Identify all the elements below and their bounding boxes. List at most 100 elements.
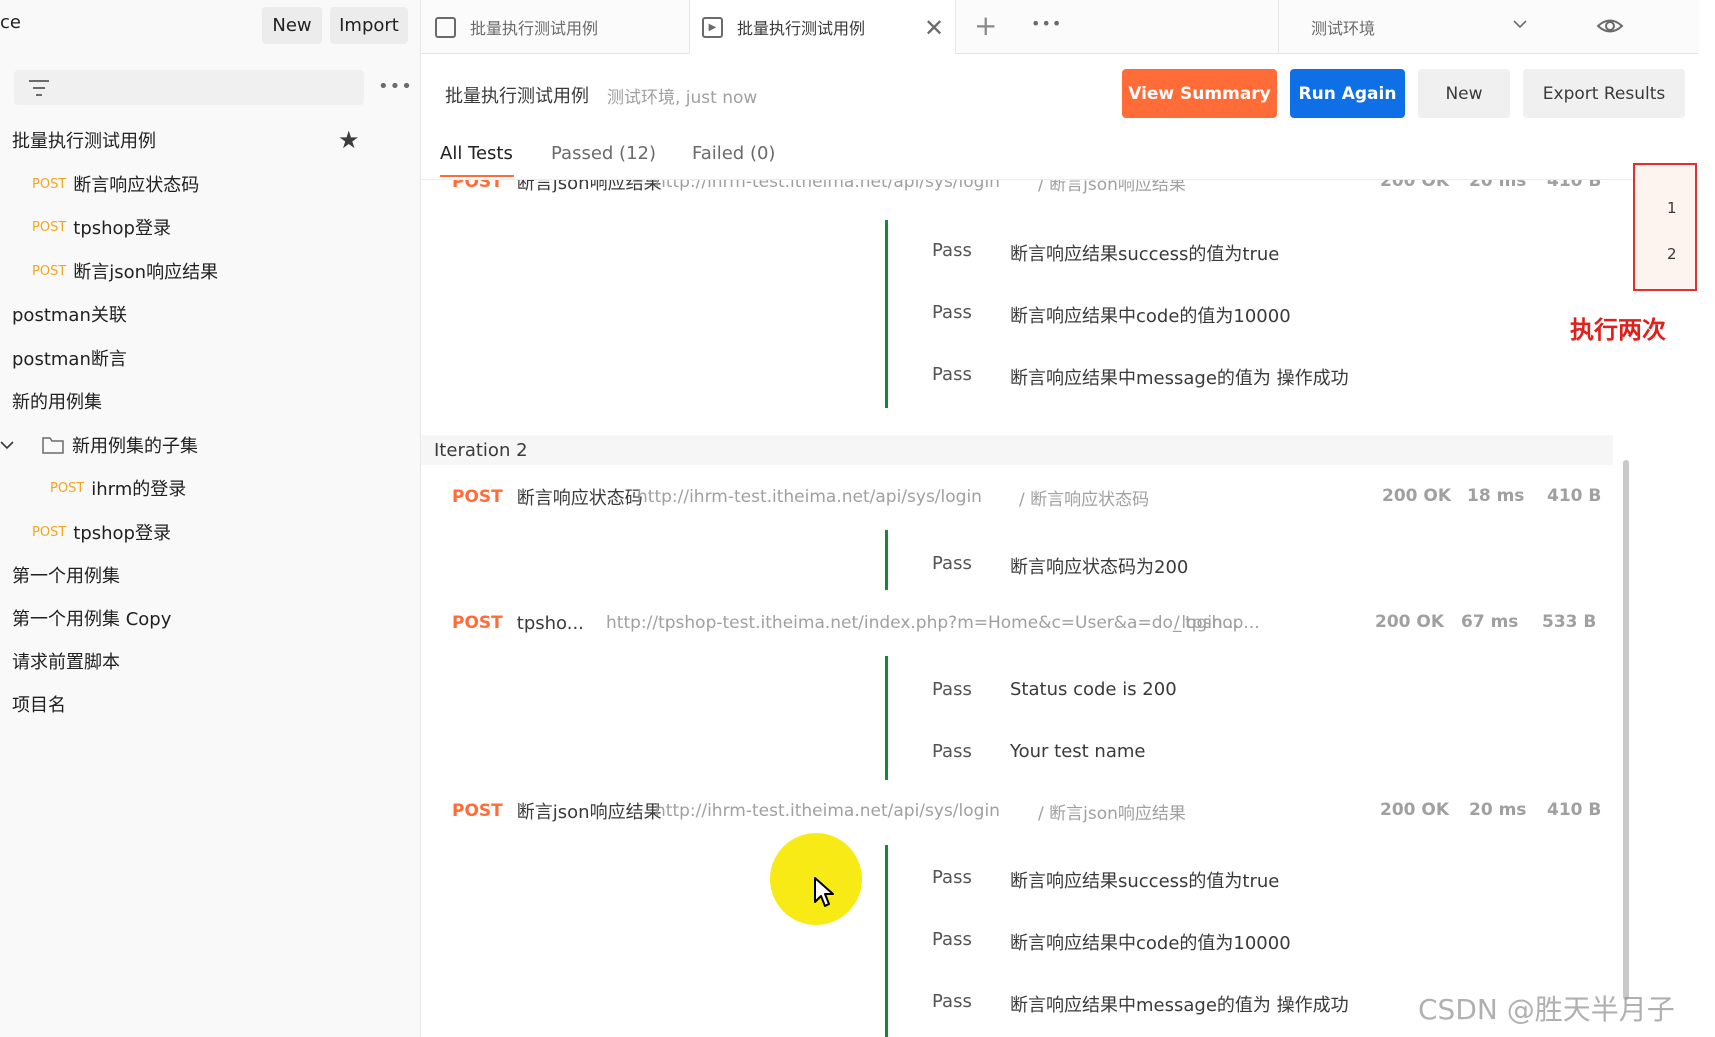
run-again-button[interactable]: Run Again (1290, 69, 1405, 118)
test-result-row: Pass Status code is 200 (932, 679, 1177, 700)
request-row[interactable]: POST 断言json响应结果 http://ihrm-test.itheima… (452, 797, 1186, 825)
folder-icon (42, 437, 64, 454)
response-time: 20 ms (1469, 800, 1527, 820)
test-name: 断言响应状态码为200 (1010, 557, 1189, 578)
sidebar-request-tpshop-login-2[interactable]: POST tpshop登录 (32, 518, 171, 546)
test-result-row: Pass 断言响应结果中message的值为 操作成功 (932, 991, 1349, 1017)
request-row[interactable]: POST 断言响应状态码 http://ihrm-test.itheima.ne… (452, 483, 1149, 511)
request-url: http://ihrm-test.itheima.net/api/sys/log… (655, 801, 1000, 821)
sidebar-import-button[interactable]: Import (330, 7, 408, 44)
export-results-button[interactable]: Export Results (1523, 69, 1685, 118)
sidebar-request-json-result[interactable]: POST 断言json响应结果 (32, 257, 218, 285)
environment-select[interactable]: 测试环境 (1278, 0, 1556, 54)
plus-icon[interactable]: + (974, 9, 997, 42)
test-result: Pass (932, 679, 972, 700)
test-result: Pass (932, 553, 972, 574)
sidebar-collection-postman-correlation[interactable]: postman关联 (12, 300, 127, 328)
sidebar-item-label: ihrm的登录 (91, 479, 187, 500)
iteration-link-2[interactable]: 2 (1667, 245, 1677, 263)
tab-all-tests[interactable]: All Tests (440, 143, 513, 164)
tab-batch-1[interactable]: 批量执行测试用例 (435, 0, 689, 54)
sidebar-item-label: 请求前置脚本 (12, 652, 120, 673)
pass-bar (885, 530, 888, 590)
sidebar-collection-prerequest[interactable]: 请求前置脚本 (12, 647, 120, 675)
request-row[interactable]: POST tpsho... http://tpshop-test.itheima… (452, 609, 1260, 637)
response-time: 20 ms (1469, 180, 1527, 191)
request-row[interactable]: POST 断言json响应结果 http://ihrm-test.itheima… (452, 180, 1186, 196)
test-name: Status code is 200 (1010, 679, 1177, 700)
tab-passed[interactable]: Passed (12) (551, 143, 656, 164)
request-url: http://ihrm-test.itheima.net/api/sys/log… (637, 487, 982, 507)
test-result-row: Pass 断言响应结果success的值为true (932, 867, 1279, 893)
sidebar-item-label: tpshop登录 (73, 523, 171, 544)
sidebar-item-label: 新用例集的子集 (72, 436, 198, 457)
test-result: Pass (932, 364, 972, 385)
chevron-down-icon (1513, 20, 1527, 29)
sidebar-collection-first-copy[interactable]: 第一个用例集 Copy (12, 604, 171, 632)
sidebar-search-box[interactable] (14, 70, 364, 105)
runner-title: 批量执行测试用例 (445, 86, 589, 107)
sidebar-item-label: postman断言 (12, 349, 127, 370)
test-name: 断言响应结果中message的值为 操作成功 (1010, 995, 1349, 1016)
test-result-row: Pass 断言响应结果中code的值为10000 (932, 302, 1291, 328)
sidebar-request-status-code[interactable]: POST 断言响应状态码 (32, 170, 199, 198)
request-method: POST (452, 487, 503, 507)
sidebar-new-button[interactable]: New (262, 7, 322, 44)
sidebar-item-label: postman关联 (12, 305, 127, 326)
method-badge: POST (32, 524, 67, 540)
request-method: POST (452, 613, 503, 633)
eye-icon[interactable] (1596, 12, 1624, 40)
sidebar-item-label: 第一个用例集 Copy (12, 609, 172, 630)
iteration-header: Iteration 2 (421, 435, 1613, 465)
request-url: http://tpshop-test.itheima.net/index.php… (606, 613, 1240, 633)
workspace-title: ce (0, 12, 21, 33)
sidebar-item-label: 断言json响应结果 (73, 262, 219, 283)
sidebar: ce New Import ••• 批量执行测试用例 ★ POST 断言响应状态… (0, 0, 421, 1037)
test-name: 断言响应结果中code的值为10000 (1010, 933, 1291, 954)
new-run-button[interactable]: New (1418, 69, 1510, 118)
sidebar-request-tpshop-login[interactable]: POST tpshop登录 (32, 213, 171, 241)
tab-failed[interactable]: Failed (0) (692, 143, 775, 164)
sidebar-request-ihrm-login[interactable]: POST ihrm的登录 (50, 474, 186, 502)
sidebar-more-button[interactable]: ••• (378, 76, 413, 97)
test-result: Pass (932, 240, 972, 261)
sidebar-collection-batch[interactable]: 批量执行测试用例 (12, 126, 156, 154)
star-icon[interactable]: ★ (338, 126, 360, 154)
runner-tab-icon: ▶ (702, 16, 723, 38)
results-scrollbar[interactable] (1623, 460, 1629, 1000)
test-result-row: Pass 断言响应结果中code的值为10000 (932, 929, 1291, 955)
chevron-down-icon[interactable] (0, 440, 14, 450)
iteration-link-1[interactable]: 1 (1667, 199, 1677, 217)
sidebar-item-label: tpshop登录 (73, 218, 171, 239)
sidebar-collection-new-set[interactable]: 新的用例集 (12, 387, 102, 415)
status-badge: 200 OK (1375, 612, 1445, 632)
test-name: 断言响应结果success的值为true (1010, 871, 1280, 892)
annotation-label: 执行两次 (1570, 316, 1666, 344)
sidebar-folder-subset[interactable]: 新用例集的子集 (0, 431, 198, 459)
test-result: Pass (932, 929, 972, 950)
test-result: Pass (932, 302, 972, 323)
sidebar-collection-project[interactable]: 项目名 (12, 690, 66, 718)
response-size: 410 B (1547, 800, 1602, 820)
tab-bar: 批量执行测试用例 ▶ 批量执行测试用例 ✕ + ••• 测试环境 (421, 0, 1699, 54)
test-result-row: Pass Your test name (932, 741, 1145, 762)
results-list[interactable]: POST 断言json响应结果 http://ihrm-test.itheima… (421, 180, 1641, 1037)
sidebar-item-label: 项目名 (12, 695, 66, 716)
active-tab-indicator (440, 175, 514, 177)
watermark: CSDN @胜天半月子 (1418, 993, 1675, 1026)
tab-batch-runner-active[interactable]: ▶ 批量执行测试用例 (689, 0, 956, 54)
tab-more-button[interactable]: ••• (1031, 14, 1062, 33)
request-name: 断言json响应结果 (516, 802, 662, 823)
view-summary-button[interactable]: View Summary (1122, 69, 1277, 118)
method-badge: POST (32, 176, 67, 192)
test-result: Pass (932, 741, 972, 762)
request-method: POST (452, 801, 503, 821)
sidebar-collection-postman-assert[interactable]: postman断言 (12, 344, 127, 372)
test-result-row: Pass 断言响应结果success的值为true (932, 240, 1279, 266)
response-size: 410 B (1547, 486, 1602, 506)
test-result: Pass (932, 991, 972, 1012)
close-icon[interactable]: ✕ (924, 14, 944, 42)
sidebar-collection-first[interactable]: 第一个用例集 (12, 561, 120, 589)
response-size: 533 B (1542, 612, 1597, 632)
sidebar-search-input[interactable] (62, 78, 342, 97)
